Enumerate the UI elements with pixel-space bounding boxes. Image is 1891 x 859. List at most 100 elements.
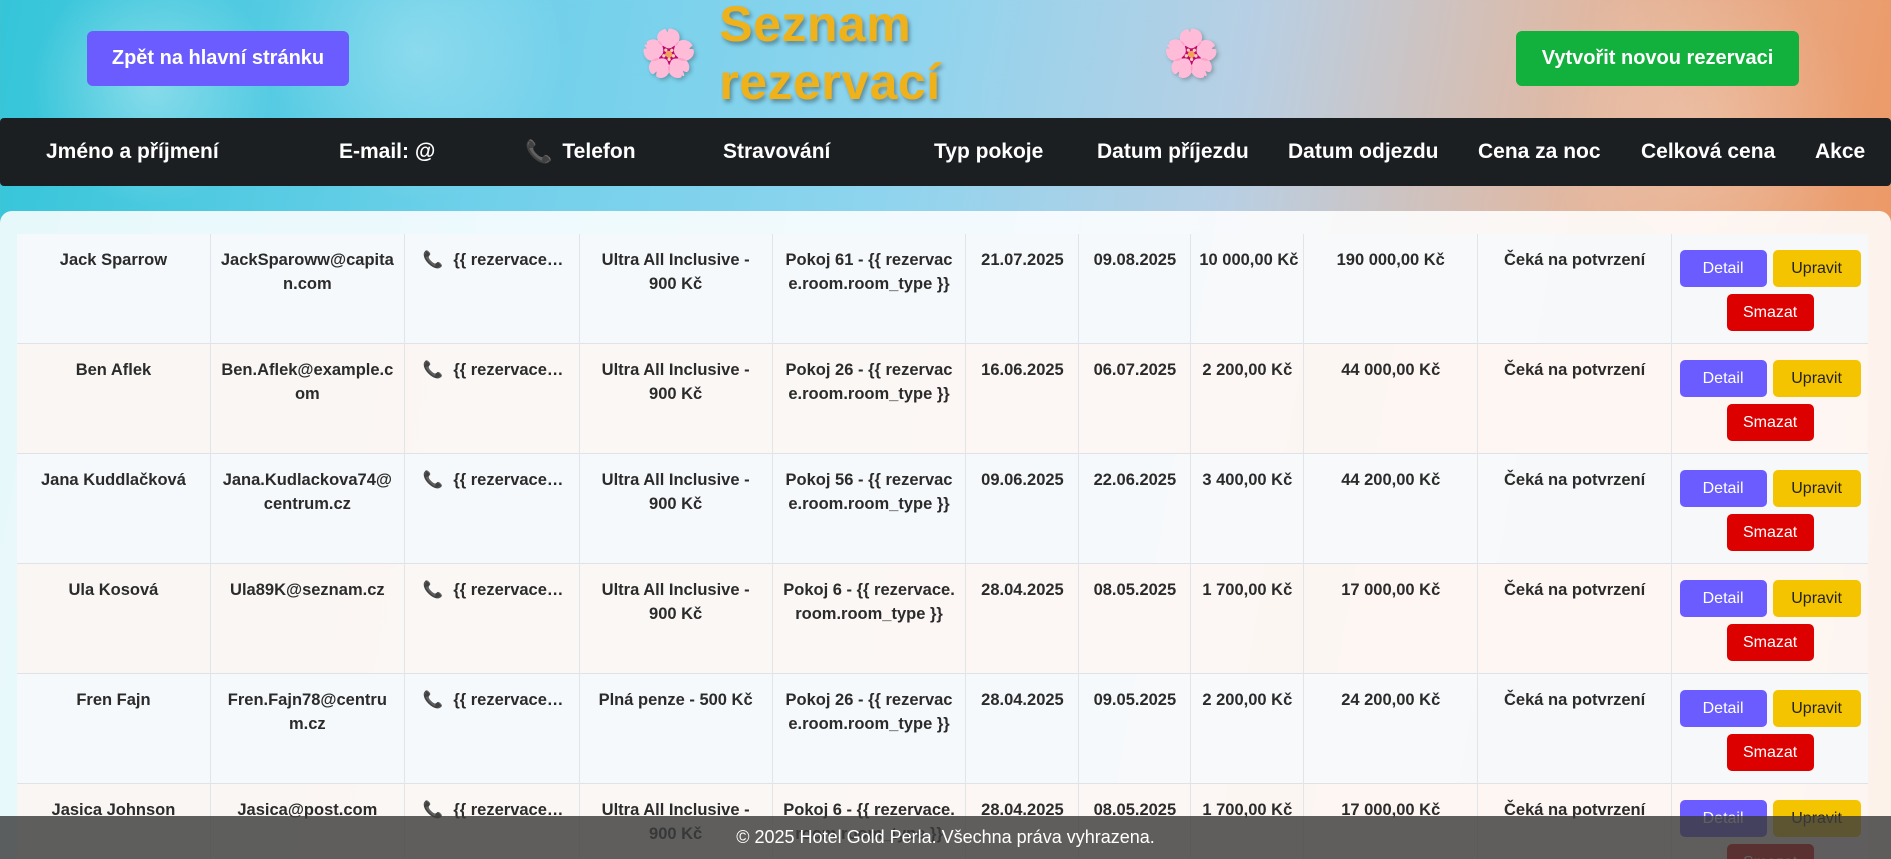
detail-button[interactable]: Detail <box>1679 690 1767 727</box>
reservation-status: Čeká na potvrzení <box>1478 454 1673 564</box>
phone-icon: 📞 <box>422 251 444 269</box>
reservation-status: Čeká na potvrzení <box>1478 234 1673 344</box>
copyright-text: © 2025 Hotel Gold Perla. Všechna práva v… <box>736 827 1155 847</box>
column-header-meal: Stravování <box>723 140 831 163</box>
delete-button[interactable]: Smazat <box>1726 624 1814 661</box>
meal-plan: Ultra All Inclusive - 900 Kč <box>580 344 773 454</box>
room-type: Pokoj 26 - {{ rezervace.room.room_type }… <box>773 344 967 454</box>
guest-phone: 📞 {{ rezervace.customer.phone }} <box>405 674 580 784</box>
phone-value: {{ rezervace.customer.phone }} <box>453 361 566 379</box>
price-per-night: 10 000,00 Kč <box>1191 234 1305 344</box>
column-header-price-night: Cena za noc <box>1478 140 1601 163</box>
reservation-status: Čeká na potvrzení <box>1478 564 1673 674</box>
phone-value: {{ rezervace.customer.phone }} <box>453 471 566 489</box>
page-header: Zpět na hlavní stránku 🌸 Seznam rezervac… <box>0 0 1891 118</box>
delete-button[interactable]: Smazat <box>1726 734 1814 771</box>
arrival-date: 21.07.2025 <box>966 234 1080 344</box>
room-type: Pokoj 56 - {{ rezervace.room.room_type }… <box>773 454 967 564</box>
delete-button[interactable]: Smazat <box>1726 294 1814 331</box>
edit-button[interactable]: Upravit <box>1772 470 1861 507</box>
edit-button[interactable]: Upravit <box>1772 360 1861 397</box>
create-reservation-button[interactable]: Vytvořit novou rezervaci <box>1516 31 1799 86</box>
reservations-table: Jack Sparrow JackSparoww@capitan.com 📞 {{… <box>17 234 1868 859</box>
total-price: 24 200,00 Kč <box>1304 674 1479 784</box>
edit-button[interactable]: Upravit <box>1772 690 1861 727</box>
detail-button[interactable]: Detail <box>1679 250 1767 287</box>
detail-button[interactable]: Detail <box>1679 470 1767 507</box>
phone-icon: 📞 <box>422 581 444 599</box>
edit-button[interactable]: Upravit <box>1772 580 1861 617</box>
arrival-date: 09.06.2025 <box>966 454 1080 564</box>
action-buttons: Detail Upravit Smazat <box>1679 360 1861 441</box>
room-type: Pokoj 6 - {{ rezervace.room.room_type }} <box>773 564 967 674</box>
phone-value: {{ rezervace.customer.phone }} <box>453 581 566 599</box>
phone-icon: 📞 <box>525 139 553 164</box>
action-buttons: Detail Upravit Smazat <box>1679 690 1861 771</box>
phone-icon: 📞 <box>422 691 444 709</box>
total-price: 190 000,00 Kč <box>1304 234 1479 344</box>
departure-date: 22.06.2025 <box>1079 454 1192 564</box>
room-type: Pokoj 26 - {{ rezervace.room.room_type }… <box>773 674 967 784</box>
price-per-night: 1 700,00 Kč <box>1191 564 1305 674</box>
departure-date: 08.05.2025 <box>1079 564 1192 674</box>
table-row: Jack Sparrow JackSparoww@capitan.com 📞 {{… <box>17 234 1868 344</box>
meal-plan: Ultra All Inclusive - 900 Kč <box>580 564 773 674</box>
back-to-home-button[interactable]: Zpět na hlavní stránku <box>87 31 349 86</box>
row-actions: Detail Upravit Smazat <box>1672 234 1868 344</box>
guest-phone: 📞 {{ rezervace.customer.phone }} <box>405 454 580 564</box>
guest-name: Ula Kosová <box>17 564 211 674</box>
action-buttons: Detail Upravit Smazat <box>1679 580 1861 661</box>
phone-icon: 📞 <box>422 361 444 379</box>
title-block: 🌸 Seznam rezervací 🌸 <box>640 0 1220 110</box>
detail-button[interactable]: Detail <box>1679 580 1767 617</box>
guest-email: Ula89K@seznam.cz <box>211 564 405 674</box>
action-buttons: Detail Upravit Smazat <box>1679 250 1861 331</box>
guest-name: Jana Kuddlačková <box>17 454 211 564</box>
guest-email: Fren.Fajn78@centrum.cz <box>211 674 405 784</box>
arrival-date: 16.06.2025 <box>966 344 1080 454</box>
row-actions: Detail Upravit Smazat <box>1672 564 1868 674</box>
detail-button[interactable]: Detail <box>1679 360 1767 397</box>
row-actions: Detail Upravit Smazat <box>1672 674 1868 784</box>
page-title: Seznam rezervací <box>719 0 941 110</box>
column-header-actions: Akce <box>1815 140 1866 163</box>
price-per-night: 3 400,00 Kč <box>1191 454 1305 564</box>
departure-date: 09.08.2025 <box>1079 234 1192 344</box>
guest-name: Ben Aflek <box>17 344 211 454</box>
delete-button[interactable]: Smazat <box>1726 404 1814 441</box>
guest-name: Fren Fajn <box>17 674 211 784</box>
row-actions: Detail Upravit Smazat <box>1672 454 1868 564</box>
total-price: 44 200,00 Kč <box>1304 454 1479 564</box>
guest-email: JackSparoww@capitan.com <box>211 234 405 344</box>
arrival-date: 28.04.2025 <box>966 564 1080 674</box>
meal-plan: Plná penze - 500 Kč <box>580 674 773 784</box>
guest-phone: 📞 {{ rezervace.customer.phone }} <box>405 344 580 454</box>
phone-value: {{ rezervace.customer.phone }} <box>453 691 566 709</box>
total-price: 44 000,00 Kč <box>1304 344 1479 454</box>
delete-button[interactable]: Smazat <box>1726 514 1814 551</box>
arrival-date: 28.04.2025 <box>966 674 1080 784</box>
guest-phone: 📞 {{ rezervace.customer.phone }} <box>405 234 580 344</box>
flower-icon: 🌸 <box>640 27 698 79</box>
edit-button[interactable]: Upravit <box>1772 250 1861 287</box>
table-row: Fren Fajn Fren.Fajn78@centrum.cz 📞 {{ rez… <box>17 674 1868 784</box>
column-header-email: E-mail: @ <box>339 140 436 163</box>
column-header-departure: Datum odjezdu <box>1288 140 1439 163</box>
column-header-phone-label: Telefon <box>562 140 636 163</box>
table-row: Ula Kosová Ula89K@seznam.cz 📞 {{ rezervac… <box>17 564 1868 674</box>
column-header-arrival: Datum příjezdu <box>1097 140 1249 163</box>
table-row: Jana Kuddlačková Jana.Kudlackova74@centr… <box>17 454 1868 564</box>
reservation-status: Čeká na potvrzení <box>1478 674 1673 784</box>
phone-icon: 📞 <box>422 471 444 489</box>
table-row: Ben Aflek Ben.Aflek@example.com 📞 {{ reze… <box>17 344 1868 454</box>
price-per-night: 2 200,00 Kč <box>1191 344 1305 454</box>
room-type: Pokoj 61 - {{ rezervace.room.room_type }… <box>773 234 967 344</box>
reservation-status: Čeká na potvrzení <box>1478 344 1673 454</box>
total-price: 17 000,00 Kč <box>1304 564 1479 674</box>
departure-date: 09.05.2025 <box>1079 674 1192 784</box>
phone-value: {{ rezervace.customer.phone }} <box>453 251 566 269</box>
flower-icon: 🌸 <box>1162 27 1220 79</box>
table-header-bar: Jméno a příjmení E-mail: @ 📞 Telefon Str… <box>0 118 1891 186</box>
price-per-night: 2 200,00 Kč <box>1191 674 1305 784</box>
action-buttons: Detail Upravit Smazat <box>1679 470 1861 551</box>
